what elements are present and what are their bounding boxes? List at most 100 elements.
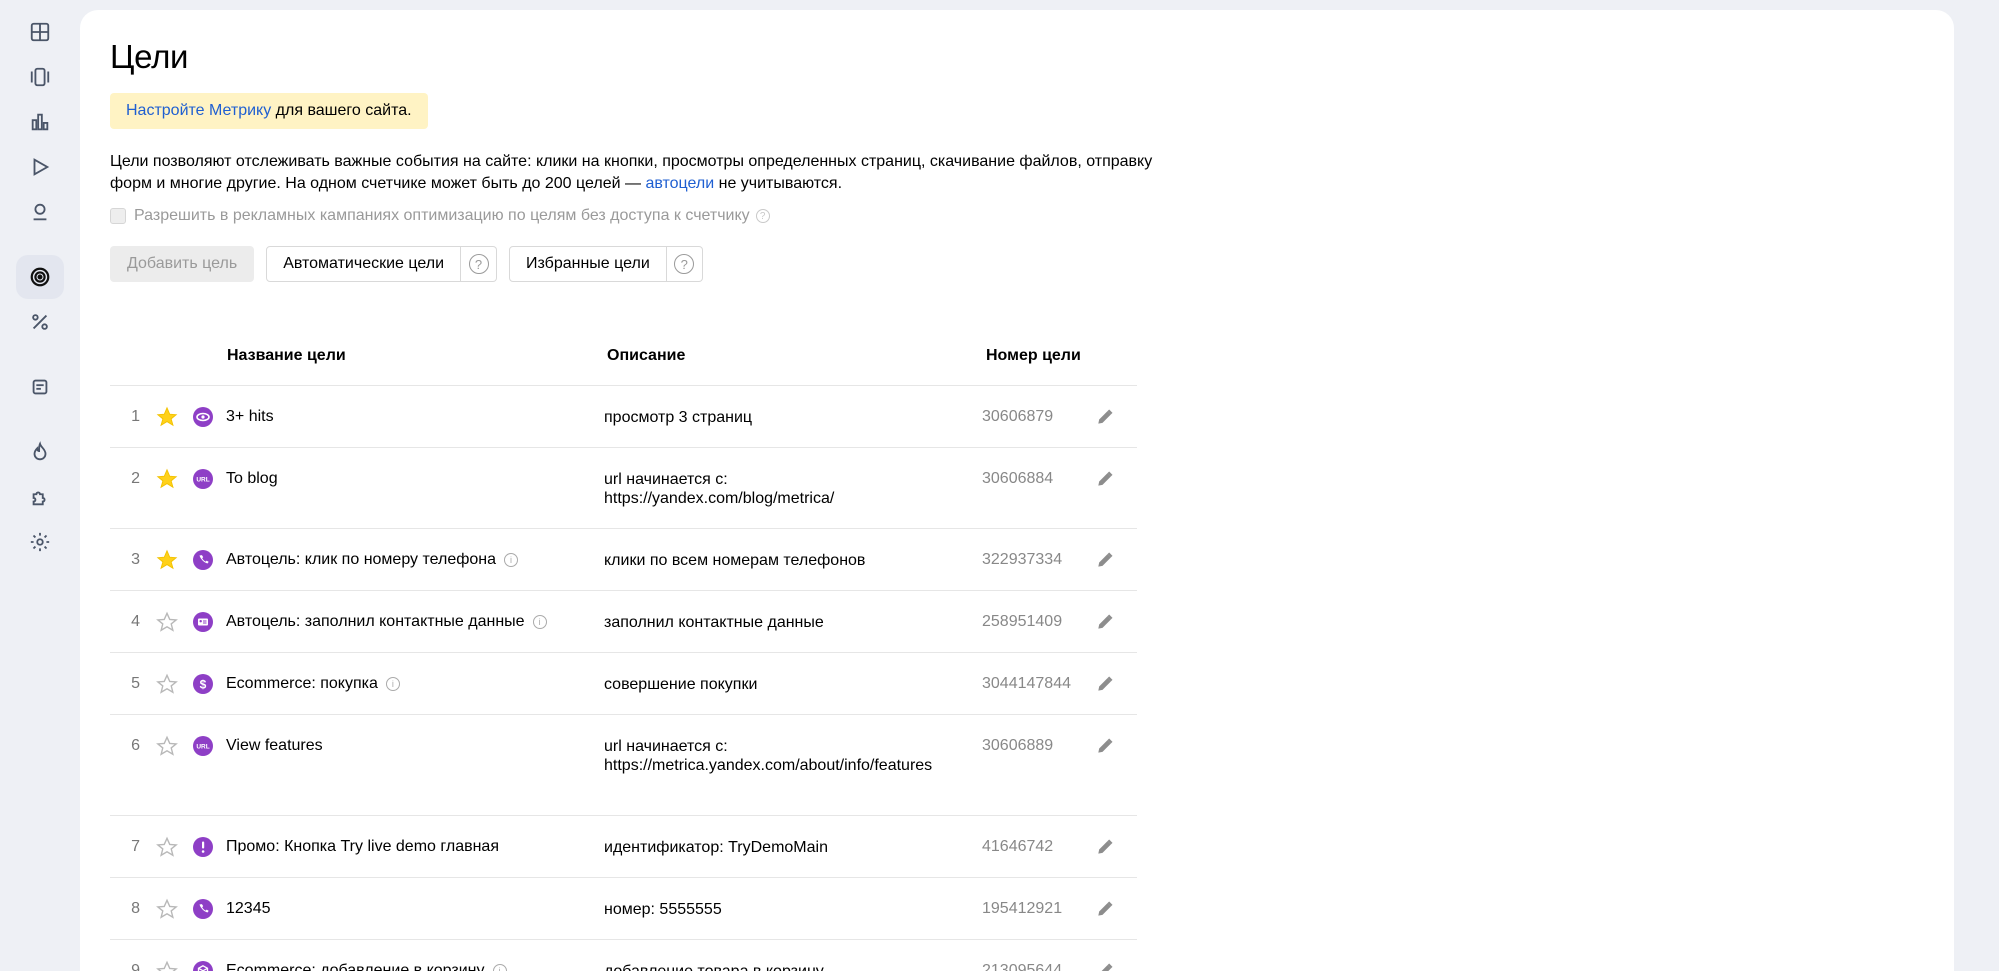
autogoals-link[interactable]: автоцели (645, 175, 714, 192)
auto-goals-button[interactable]: Автоматические цели (266, 246, 462, 282)
url-icon: URL (193, 469, 213, 489)
table-body: 1 3+ hits просмотр 3 страниц 30606879 2 URL To… (110, 386, 1137, 971)
goal-description: url начинается с: https://metrica.yandex… (604, 738, 933, 774)
auto-goals-help-button[interactable]: ? (461, 246, 498, 282)
info-icon[interactable]: i (492, 964, 507, 971)
goal-name[interactable]: Ecommerce: добавление в корзину i (226, 962, 507, 971)
svg-text:URL: URL (196, 744, 209, 751)
favorite-goals-button[interactable]: Избранные цели (509, 246, 667, 282)
goal-id: 258951409 (982, 613, 1063, 630)
goal-name[interactable]: Промо: Кнопка Try live demo главная (226, 838, 499, 856)
dashboard-icon[interactable] (16, 10, 64, 54)
page-title: Цели (110, 38, 189, 75)
toolbar: Добавить цель Автоматические цели ? Избр… (110, 246, 703, 282)
svg-text:$: $ (200, 678, 207, 692)
settings-gear-icon[interactable] (16, 520, 64, 564)
table-row[interactable]: 6 URL View features url начинается с: https… (110, 715, 1137, 816)
goal-name[interactable]: Автоцель: клик по номеру телефона i (226, 551, 519, 569)
table-row[interactable]: 7 Промо: Кнопка Try live demo главная иден… (110, 816, 1137, 878)
fire-icon[interactable] (16, 430, 64, 474)
header-description: Описание (607, 347, 686, 364)
calendar-icon[interactable] (16, 365, 64, 409)
puzzle-icon[interactable] (16, 475, 64, 519)
table-row[interactable]: 4 Автоцель: заполнил контактные данные i за… (110, 591, 1137, 653)
webvisor-play-icon[interactable] (16, 145, 64, 189)
optimization-help-icon[interactable]: ? (755, 209, 770, 223)
goal-name[interactable]: Автоцель: заполнил контактные данные i (226, 613, 547, 631)
sidebar (0, 0, 80, 971)
goals-target-icon[interactable] (16, 255, 64, 299)
row-number: 6 (131, 737, 140, 754)
optimization-checkbox[interactable] (110, 208, 126, 224)
setup-notice: Настройте Метрику для вашего сайта. (110, 93, 428, 129)
goal-description: клики по всем номерам телефонов (604, 552, 866, 569)
row-number: 5 (131, 675, 140, 692)
row-number: 7 (131, 838, 140, 855)
header-id[interactable]: Номер цели (986, 347, 1081, 365)
setup-notice-text: для вашего сайта. (271, 102, 412, 119)
goal-name-text: 3+ hits (226, 408, 274, 425)
row-number: 9 (131, 962, 140, 971)
goal-name-text: To blog (226, 470, 278, 487)
table-row[interactable]: 9 Ecommerce: добавление в корзину i добавле… (110, 940, 1137, 971)
description-text-2: не учитываются. (714, 175, 843, 192)
table-row[interactable]: 8 12345 номер: 5555555 195412921 (110, 878, 1137, 940)
goal-id: 41646742 (982, 838, 1054, 855)
reports-icon[interactable] (16, 100, 64, 144)
goal-description: заполнил контактные данные (604, 614, 824, 631)
header-name[interactable]: Название цели (227, 347, 346, 365)
setup-metrica-link[interactable]: Настройте Метрику (126, 102, 271, 120)
info-icon[interactable]: i (385, 677, 400, 691)
goal-description: совершение покупки (604, 676, 758, 693)
phone-icon (193, 550, 213, 570)
goal-name[interactable]: 3+ hits (226, 408, 274, 426)
optimization-option: Разрешить в рекламных кампаниях оптимиза… (110, 207, 770, 225)
row-number: 1 (131, 408, 140, 425)
info-icon[interactable]: i (504, 553, 519, 567)
goal-name-text: Автоцель: клик по номеру телефона (226, 551, 497, 568)
auto-goals-group: Автоматические цели ? (266, 246, 498, 282)
table-row[interactable]: 3 Автоцель: клик по номеру телефона i клики… (110, 529, 1137, 591)
percent-icon[interactable] (16, 300, 64, 344)
info-icon[interactable]: i (532, 615, 547, 629)
table-row[interactable]: 5 $ Ecommerce: покупка i совершение покупки 3… (110, 653, 1137, 715)
goal-description: просмотр 3 страниц (604, 409, 753, 426)
favorite-goals-group: Избранные цели ? (509, 246, 703, 282)
url-icon: URL (193, 736, 213, 756)
question-icon: ? (674, 254, 695, 274)
box-icon (193, 961, 213, 971)
contact-card-icon (193, 612, 213, 632)
goal-name[interactable]: Ecommerce: покупка i (226, 675, 400, 693)
goal-name[interactable]: To blog (226, 470, 278, 488)
goal-description: добавление товара в корзину (604, 962, 949, 971)
goal-id: 30606879 (982, 408, 1054, 425)
goal-name-text: View features (226, 737, 323, 754)
exclamation-icon (193, 837, 213, 857)
goal-name-text: Промо: Кнопка Try live demo главная (226, 838, 499, 855)
add-goal-button[interactable]: Добавить цель (110, 246, 255, 282)
goals-description: Цели позволяют отслеживать важные событи… (110, 151, 1160, 195)
goal-name[interactable]: View features (226, 737, 323, 755)
layers-icon[interactable] (16, 55, 64, 99)
row-number: 2 (131, 470, 140, 487)
goal-id: 30606884 (982, 470, 1054, 487)
goal-name[interactable]: 12345 (226, 900, 271, 918)
description-text-1: Цели позволяют отслеживать важные событи… (110, 153, 1153, 192)
row-number: 8 (131, 900, 140, 917)
question-icon: ? (468, 254, 489, 274)
svg-text:URL: URL (196, 477, 209, 484)
goal-id: 322937334 (982, 551, 1063, 568)
goal-id: 213095644 (982, 962, 1063, 971)
table-row[interactable]: 2 URL To blog url начинается с: https://yan… (110, 448, 1137, 529)
goal-description: url начинается с: https://yandex.com/blo… (604, 471, 835, 507)
dollar-icon: $ (193, 674, 213, 694)
goal-name-text: Автоцель: заполнил контактные данные (226, 613, 525, 630)
row-number: 4 (131, 613, 140, 630)
row-number: 3 (131, 551, 140, 568)
goal-name-text: 12345 (226, 900, 271, 917)
favorite-goals-help-button[interactable]: ? (666, 246, 703, 282)
audience-icon[interactable] (16, 190, 64, 234)
goal-description: идентификатор: TryDemoMain (604, 839, 828, 856)
table-row[interactable]: 1 3+ hits просмотр 3 страниц 30606879 (110, 386, 1137, 448)
goal-name-text: Ecommerce: покупка (226, 675, 378, 692)
